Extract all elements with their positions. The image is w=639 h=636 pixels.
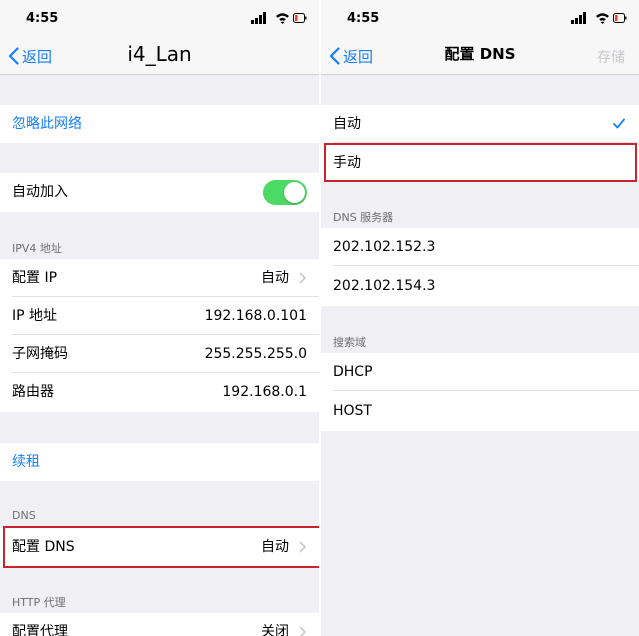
back-button[interactable]: 返回 [329,44,373,68]
renew-lease-button[interactable]: 续租 [0,443,319,481]
dns-server-row[interactable]: 202.102.154.3 [321,267,639,305]
row-value: 自动 [261,270,289,286]
auto-join-row: 自动加入 [0,173,319,211]
dns-header: DNS [12,509,36,522]
forget-network-group: 忽略此网络 [0,105,319,143]
search-domain-row[interactable]: DHCP [321,353,639,391]
wifi-icon [276,13,289,24]
row-label: IP 地址 [12,308,58,324]
toggle-knob [284,182,305,203]
dns-server-address: 202.102.152.3 [333,239,436,255]
battery-icon [293,13,307,23]
renew-lease-group: 续租 [0,443,319,481]
configure-ip-row[interactable]: 配置 IP 自动 [0,259,319,297]
row-value: 关闭 [261,624,289,636]
search-domain-label: HOST [333,403,372,419]
battery-icon [613,13,627,23]
status-bar: 4:55 [321,0,639,38]
wifi-detail-screen: 4:55 i4_Lan 返回 忽略此网络 自动加入 IPV4 地址 配置 IP … [0,0,319,636]
http-proxy-group: 配置代理 关闭 [0,613,319,636]
checkmark-icon [613,118,625,129]
router-row: 路由器 192.168.0.1 [0,373,319,411]
status-time: 4:55 [347,11,380,26]
back-button[interactable]: 返回 [8,44,52,68]
chevron-left-icon [329,47,340,65]
search-domain-row[interactable]: HOST [321,392,639,430]
row-label: 子网掩码 [12,346,68,362]
back-label: 返回 [22,47,53,66]
search-domain-label: DHCP [333,364,373,380]
status-time: 4:55 [26,11,59,26]
http-proxy-header: HTTP 代理 [12,596,66,609]
dns-servers-header: DNS 服务器 [333,211,394,224]
auto-join-group: 自动加入 [0,173,319,212]
row-label: 配置 IP [12,270,58,286]
chevron-right-icon [299,626,306,636]
configure-dns-highlight [3,526,319,568]
cellular-signal-icon [251,12,266,24]
option-label: 自动 [333,116,361,132]
wifi-icon [596,13,609,24]
status-icons [251,12,307,24]
search-domains-header: 搜索域 [333,336,366,349]
subnet-mask-row: 子网掩码 255.255.255.0 [0,335,319,373]
row-label: 路由器 [12,384,54,400]
row-value: 255.255.255.0 [204,346,307,362]
configure-dns-screen: 4:55 配置 DNS 返回 存储 自动 手动 DNS 服务器 202.102.… [321,0,639,636]
ipv4-header: IPV4 地址 [12,242,62,255]
renew-lease-label: 续租 [12,454,40,470]
ip-address-row: IP 地址 192.168.0.101 [0,297,319,335]
status-bar: 4:55 [0,0,319,38]
forget-network-button[interactable]: 忽略此网络 [0,105,319,143]
dns-servers-group: 202.102.152.3 202.102.154.3 [321,228,639,306]
navigation-bar: i4_Lan 返回 [0,38,319,75]
ipv4-group: 配置 IP 自动 IP 地址 192.168.0.101 子网掩码 255.25… [0,259,319,412]
search-domains-group: DHCP HOST [321,353,639,431]
navigation-bar: 配置 DNS 返回 存储 [321,38,639,75]
row-label: 配置代理 [12,624,68,636]
divider [333,390,639,391]
row-value: 192.168.0.101 [204,308,307,324]
chevron-left-icon [8,47,19,65]
row-value: 192.168.0.1 [222,384,307,400]
divider [333,265,639,266]
cellular-signal-icon [571,12,586,24]
chevron-right-icon [299,272,306,284]
option-automatic[interactable]: 自动 [321,105,639,143]
manual-option-highlight [324,143,637,182]
status-icons [571,12,627,24]
auto-join-toggle[interactable] [263,180,307,205]
forget-network-label: 忽略此网络 [12,116,82,132]
dns-server-row[interactable]: 202.102.152.3 [321,228,639,266]
auto-join-label: 自动加入 [12,184,68,200]
back-label: 返回 [343,47,374,66]
dns-server-address: 202.102.154.3 [333,278,436,294]
configure-proxy-row[interactable]: 配置代理 关闭 [0,613,319,636]
save-button[interactable]: 存储 [597,47,625,67]
